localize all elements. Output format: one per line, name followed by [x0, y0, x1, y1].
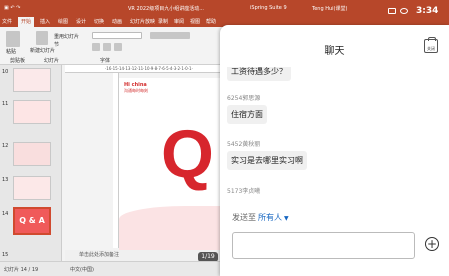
slide-brand-tagline: 沟通每时每刻: [124, 88, 148, 93]
message-bubble: 住宿方面: [227, 105, 267, 124]
send-to-label: 发送至: [232, 213, 256, 222]
italic-icon[interactable]: [103, 43, 111, 51]
message-bubble: 实习是去哪里实习啊: [227, 151, 307, 170]
send-to-selector[interactable]: 发送至 所有人 ▼: [232, 212, 289, 223]
tab-file[interactable]: 文件: [2, 18, 12, 25]
message-sender: 6254郭思源: [227, 95, 261, 102]
reuse-slide-label[interactable]: 重用幻灯片: [54, 33, 79, 40]
add-icon[interactable]: +: [425, 237, 439, 251]
clipboard-group-label: 剪贴板: [10, 58, 26, 64]
underline-icon[interactable]: [114, 43, 122, 51]
section-label[interactable]: 节: [54, 41, 59, 48]
clock: 3:34: [416, 6, 439, 16]
slide-number: 15: [2, 252, 9, 258]
chat-panel: 聊天 关闭 工资待遇多少？ 6254郭思源 住宿方面 5452黄秋丽 实习是去哪…: [220, 25, 449, 276]
user-name[interactable]: Teng Hui(课堂): [312, 5, 347, 12]
wifi-icon: [400, 8, 408, 14]
font-select[interactable]: [92, 32, 142, 39]
tab-insert[interactable]: 插入: [40, 18, 50, 25]
tab-transitions[interactable]: 切换: [94, 18, 104, 25]
slide-count: 幻灯片 14 / 19: [4, 267, 39, 273]
slide-thumbnail[interactable]: [13, 176, 51, 200]
tab-animations[interactable]: 动画: [112, 18, 122, 25]
message-sender: 5173李贞曦: [227, 188, 261, 195]
paste-icon[interactable]: [6, 31, 20, 47]
slides-group-label: 幻灯片: [44, 58, 60, 64]
autosave-icon[interactable]: ▣ ↶ ↷: [4, 5, 20, 11]
tab-slideshow[interactable]: 幻灯片放映: [130, 18, 155, 25]
recipient-value[interactable]: 所有人: [258, 213, 282, 222]
slide-wave-decoration: [119, 206, 229, 250]
chat-message: 5173李贞曦: [227, 186, 260, 195]
battery-icon: [388, 8, 396, 14]
tab-view[interactable]: 视图: [190, 18, 200, 25]
new-slide-label: 新建幻灯片: [30, 48, 56, 54]
app-name: iSpring Suite 9: [250, 5, 287, 11]
dropdown-caret-icon[interactable]: ▼: [284, 215, 289, 222]
chat-message: 5452黄秋丽 实习是去哪里实习啊: [227, 139, 307, 170]
tab-design[interactable]: 设计: [76, 18, 86, 25]
new-slide-icon[interactable]: [36, 31, 48, 45]
chat-header: 聊天 关闭: [220, 25, 449, 67]
chat-input[interactable]: [232, 232, 415, 259]
chat-message: 6254郭思源 住宿方面: [227, 93, 267, 124]
slide-number: 11: [2, 101, 9, 107]
language-status: 中文(中国): [70, 267, 94, 273]
bold-icon[interactable]: [92, 43, 100, 51]
slide-number: 12: [2, 143, 9, 149]
slide-thumbnail[interactable]: [13, 68, 51, 92]
slide-number: 13: [2, 177, 9, 183]
title-bar: ▣ ↶ ↷ VR 2022级项目九小组讲座活动... iSpring Suite…: [0, 0, 449, 16]
tab-home[interactable]: 开始: [18, 17, 35, 27]
chat-title: 聊天: [324, 46, 345, 57]
slide-thumbnails: 10 11 12 13 14 Q & A 15: [0, 65, 62, 261]
close-icon[interactable]: 关闭: [424, 37, 438, 53]
tab-record[interactable]: 录制: [158, 18, 168, 25]
horizontal-ruler: ·16·15·14·13·12·11·10·9·8·7·6·5·4·3·2·1·…: [65, 65, 220, 73]
slide-number: 10: [2, 69, 9, 75]
slide-number: 14: [2, 211, 9, 217]
slide-big-letter: Q: [161, 116, 214, 192]
message-list[interactable]: 工资待遇多少？ 6254郭思源 住宿方面 5452黄秋丽 实习是去哪里实习啊 5…: [220, 67, 449, 232]
tab-review[interactable]: 审阅: [174, 18, 184, 25]
notes-pane[interactable]: 单击此处添加备注: [65, 250, 220, 261]
message-bubble: 工资待遇多少？: [227, 67, 291, 81]
slide-thumbnail-selected[interactable]: Q & A: [13, 207, 51, 235]
chat-message: 工资待遇多少？: [227, 67, 291, 81]
font-group-label: 字体: [100, 58, 111, 64]
tab-help[interactable]: 帮助: [206, 18, 216, 25]
message-sender: 5452黄秋丽: [227, 141, 261, 148]
tab-draw[interactable]: 绘图: [58, 18, 68, 25]
document-title: VR 2022级项目九小组讲座活动...: [128, 6, 204, 12]
slide-thumbnail[interactable]: [13, 142, 51, 166]
slide-canvas[interactable]: Hi china 沟通每时每刻 Q: [119, 78, 229, 250]
slide-thumbnail[interactable]: [13, 100, 51, 124]
paste-label: 粘贴: [6, 49, 17, 55]
paragraph-tools[interactable]: [150, 32, 190, 39]
